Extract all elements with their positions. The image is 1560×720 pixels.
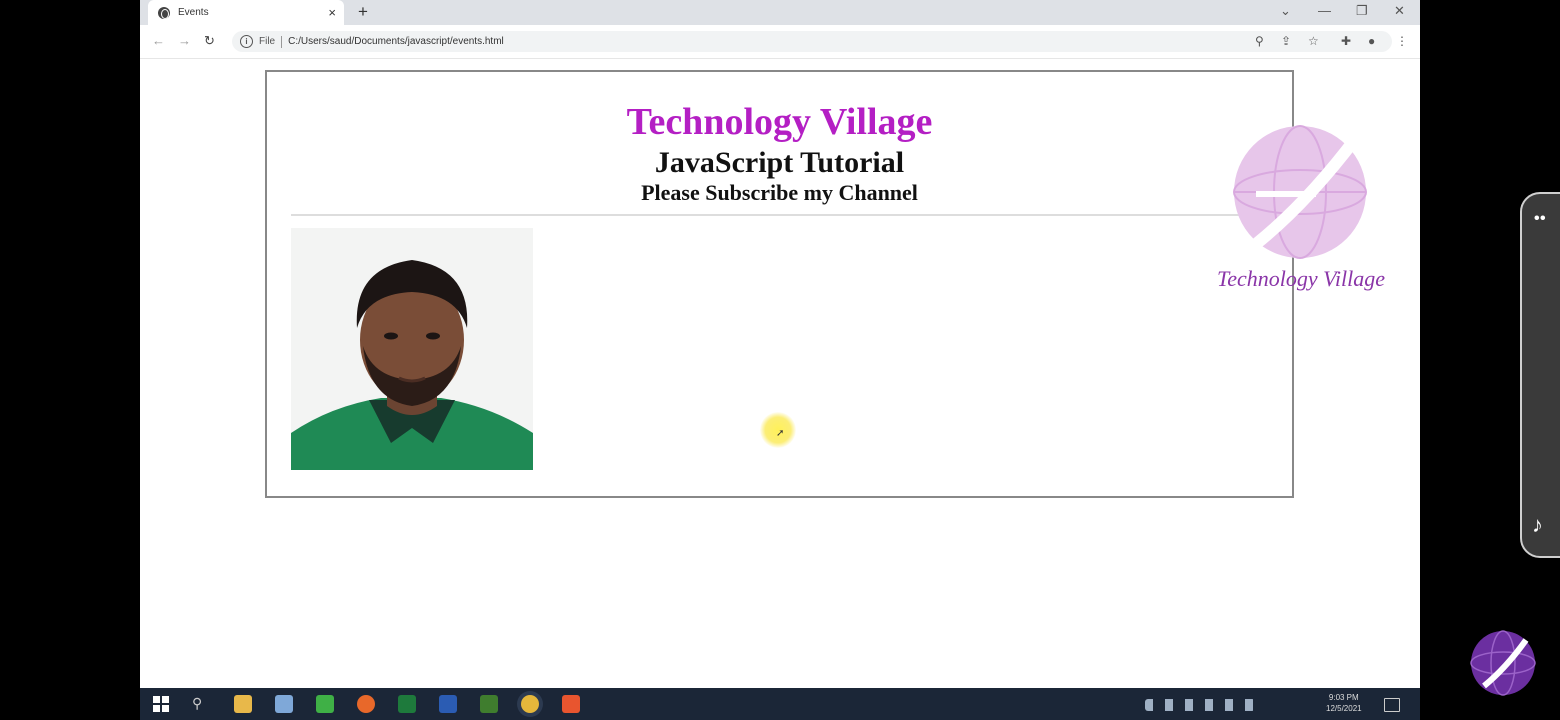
app-icon[interactable] <box>275 695 293 713</box>
minimize-icon[interactable]: — <box>1318 3 1331 19</box>
menu-icon[interactable]: ⋮ <box>1396 34 1408 48</box>
window-close-icon[interactable]: ✕ <box>1394 3 1405 19</box>
notepad-icon[interactable] <box>480 695 498 713</box>
clock-time: 9:03 PM <box>1328 693 1359 702</box>
address-bar[interactable]: i File C:/Users/saud/Documents/javascrip… <box>232 31 1392 52</box>
extensions-icon[interactable]: ✚ <box>1341 34 1351 48</box>
tab-events[interactable]: Events × <box>148 0 344 25</box>
more-icon[interactable]: • • <box>1534 210 1546 228</box>
notification-icon[interactable] <box>1384 698 1400 712</box>
camtasia-recorder-icon[interactable] <box>562 695 580 713</box>
music-note-icon[interactable]: ♪ <box>1532 512 1543 538</box>
tab-close-icon[interactable]: × <box>328 6 336 19</box>
horizontal-rule <box>291 214 1251 216</box>
url-text[interactable]: C:/Users/saud/Documents/javascript/event… <box>288 36 504 47</box>
new-tab-button[interactable]: + <box>358 3 368 21</box>
tutorial-title: JavaScript Tutorial <box>654 146 905 179</box>
camtasia-icon[interactable] <box>316 695 334 713</box>
firefox-icon[interactable] <box>357 695 375 713</box>
share-icon[interactable]: ⇪ <box>1281 34 1291 48</box>
address-divider <box>281 35 283 48</box>
taskbar-clock[interactable]: 9:03 PM 12/5/2021 <box>1326 692 1362 714</box>
file-explorer-icon[interactable] <box>234 695 252 713</box>
browser-toolbar: ← → ↻ i File C:/Users/saud/Documents/jav… <box>140 25 1420 59</box>
windows-start-icon[interactable] <box>152 695 170 713</box>
globe-icon <box>158 6 170 19</box>
floating-side-panel[interactable]: • • ♪ <box>1520 192 1560 558</box>
reload-icon[interactable]: ↻ <box>204 33 215 49</box>
chrome-icon[interactable] <box>521 695 539 713</box>
site-title: Technology Village <box>626 101 933 143</box>
restore-icon[interactable]: ❐ <box>1356 3 1368 19</box>
info-icon[interactable]: i <box>240 35 253 48</box>
excel-icon[interactable] <box>398 695 416 713</box>
forward-icon[interactable]: → <box>178 33 191 49</box>
person-photo <box>291 228 533 470</box>
clock-date: 12/5/2021 <box>1326 704 1362 713</box>
subscribe-text: Please Subscribe my Channel <box>641 180 918 205</box>
file-label: File <box>259 36 276 47</box>
back-icon[interactable]: ← <box>152 33 165 49</box>
tab-search-icon[interactable]: ⌄ <box>1280 3 1291 19</box>
zoom-icon[interactable]: ⚲ <box>1255 34 1264 48</box>
tab-strip: Events × + ⌄ — ❐ ✕ <box>140 0 1420 25</box>
profile-icon[interactable]: ● <box>1368 34 1375 48</box>
screen: Events × + ⌄ — ❐ ✕ ← → ↻ i File C:/Users… <box>140 0 1420 720</box>
search-icon[interactable]: ⚲ <box>192 695 210 713</box>
taskbar: ⚲ 9:03 PM 12/5/2021 <box>140 688 1420 720</box>
bookmark-star-icon[interactable]: ☆ <box>1308 34 1319 48</box>
mouse-cursor-icon: ➚ <box>776 428 785 439</box>
technology-village-logo: Technology Village <box>1216 124 1386 304</box>
system-tray-icons[interactable] <box>1145 699 1255 711</box>
tab-title: Events <box>178 7 209 18</box>
channel-watermark-logo <box>1470 630 1536 696</box>
word-icon[interactable] <box>439 695 457 713</box>
logo-text: Technology Village <box>1216 266 1386 291</box>
